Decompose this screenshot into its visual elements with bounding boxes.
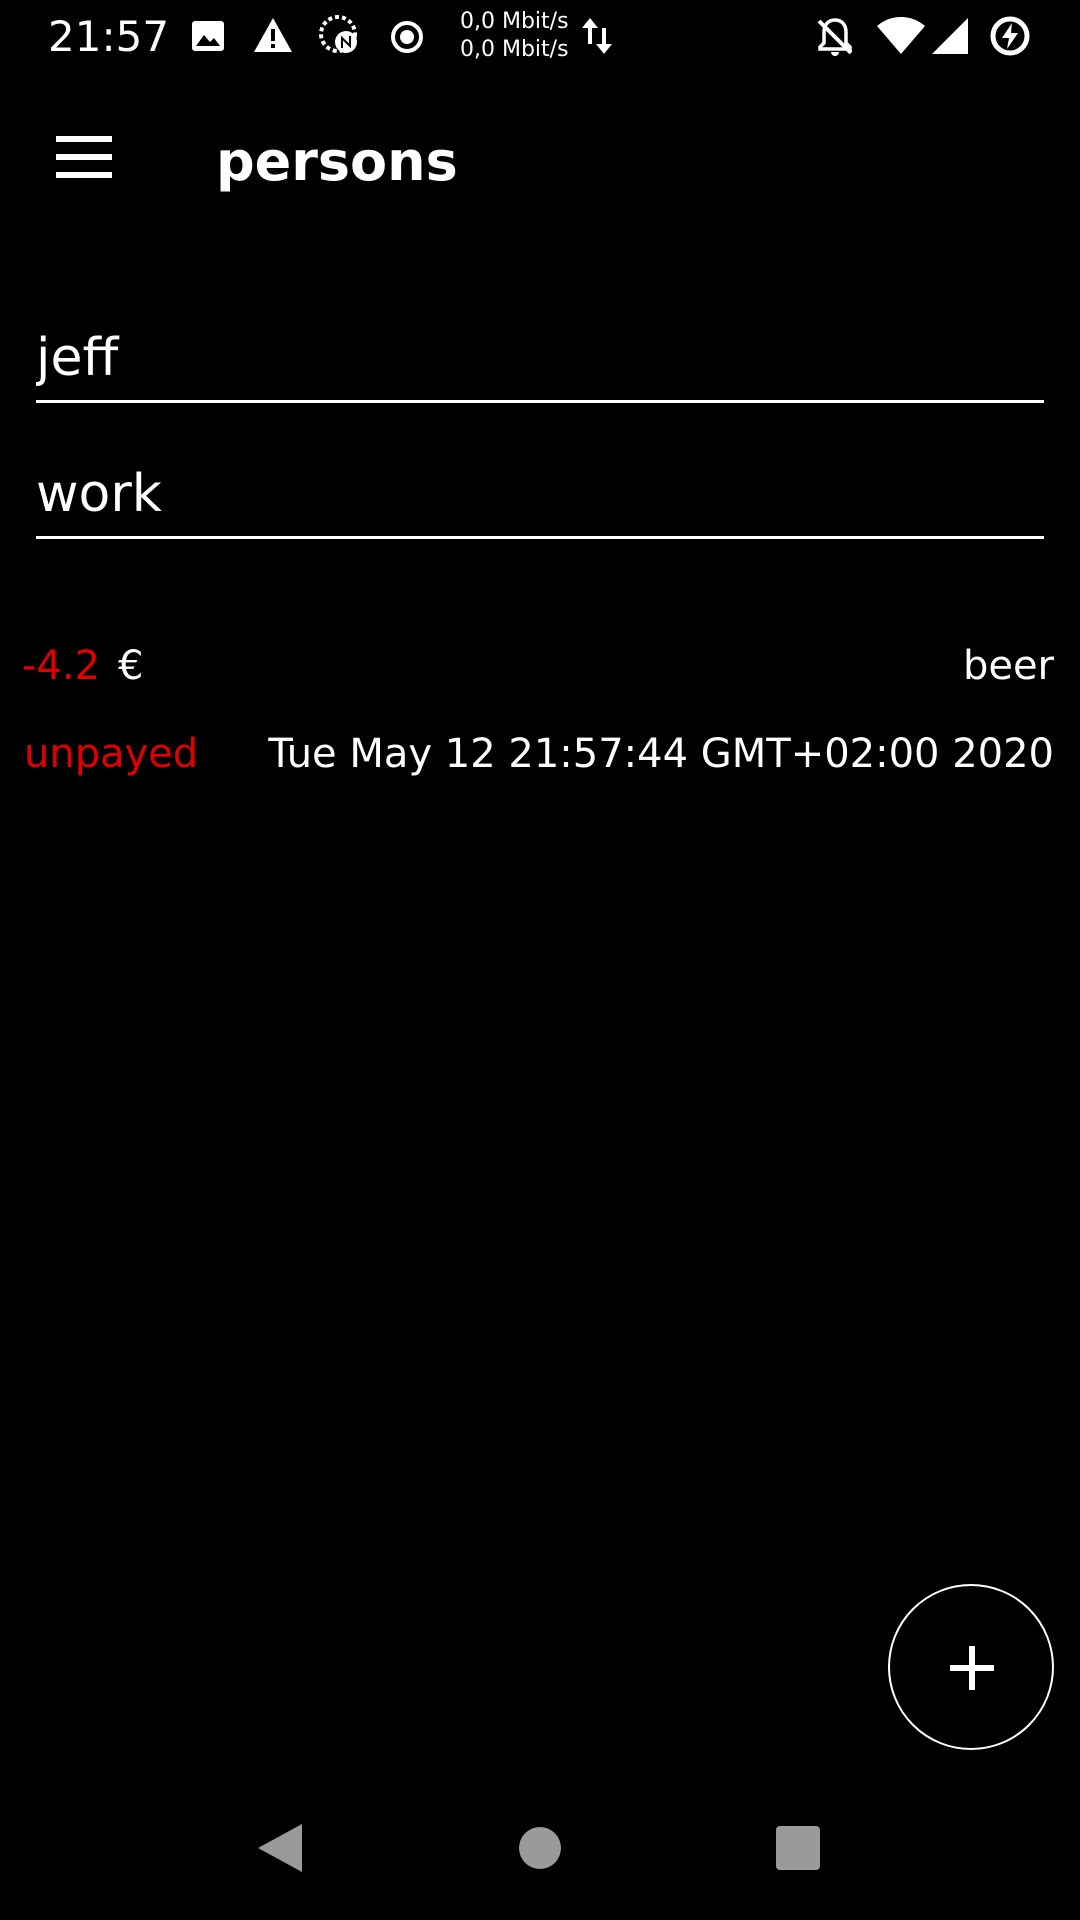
status-time: 21:57	[48, 12, 170, 61]
battery-charging-icon	[990, 16, 1030, 56]
entry-status: unpayed	[24, 731, 199, 777]
notifications-off-icon	[817, 18, 853, 56]
navigation-bar	[0, 1776, 1080, 1920]
status-bar: 21:57 0,0 Mbit/s 0,0 Mbit/s	[0, 0, 1080, 72]
menu-line	[56, 172, 112, 178]
recents-icon[interactable]	[758, 1808, 838, 1888]
entry-currency: €	[118, 643, 144, 689]
menu-line	[56, 154, 112, 160]
data-saver-icon	[319, 15, 357, 53]
entry-description: beer	[962, 643, 1054, 689]
record-icon	[391, 21, 423, 53]
name-field[interactable]	[36, 310, 1044, 403]
home-icon[interactable]	[500, 1808, 580, 1888]
group-field[interactable]	[36, 446, 1044, 539]
image-icon	[192, 21, 224, 51]
group-input[interactable]	[36, 458, 1044, 530]
add-entry-button[interactable]	[888, 1584, 1054, 1750]
menu-line	[56, 136, 112, 142]
data-transfer-icon	[582, 18, 612, 54]
page-title: persons	[216, 130, 458, 193]
hamburger-menu-icon[interactable]	[40, 112, 130, 202]
network-speed-down: 0,0 Mbit/s	[460, 37, 569, 62]
entry-amount: -4.2	[22, 643, 101, 689]
list-item[interactable]: -4.2 € beer unpayed Tue May 12 21:57:44 …	[0, 630, 1080, 780]
network-speed: 0,0 Mbit/s 0,0 Mbit/s	[460, 8, 569, 64]
warning-icon	[254, 18, 292, 52]
network-speed-up: 0,0 Mbit/s	[460, 9, 569, 34]
entry-date: Tue May 12 21:57:44 GMT+02:00 2020	[268, 731, 1054, 777]
back-icon[interactable]	[240, 1808, 320, 1888]
wifi-icon	[877, 17, 925, 54]
app-bar: persons	[0, 72, 1080, 244]
plus-icon	[969, 1646, 975, 1690]
name-input[interactable]	[36, 322, 1044, 394]
signal-icon	[932, 18, 968, 54]
